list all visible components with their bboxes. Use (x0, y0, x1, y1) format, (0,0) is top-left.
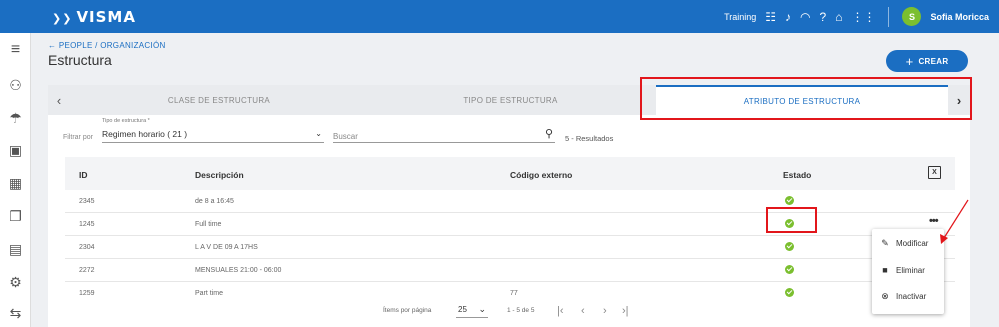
annotation-arrow (940, 199, 969, 244)
